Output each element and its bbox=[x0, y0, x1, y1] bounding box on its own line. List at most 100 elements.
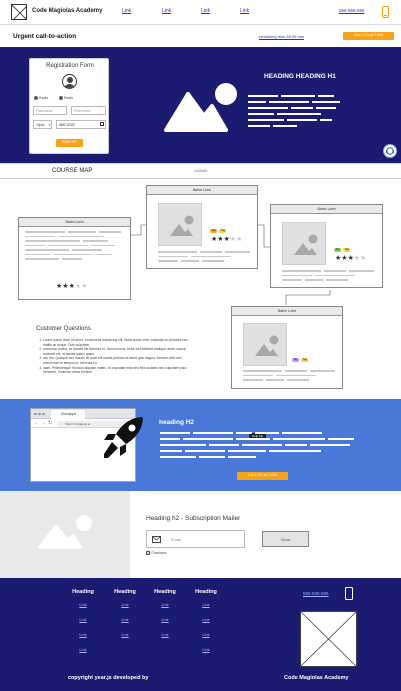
phone-icon[interactable] bbox=[345, 587, 353, 600]
footer-link[interactable]: Link bbox=[189, 617, 223, 622]
sign-up-button[interactable]: SIGN UP bbox=[56, 139, 83, 147]
image-placeholder-icon bbox=[158, 203, 202, 246]
footer-heading: Heading bbox=[195, 589, 217, 595]
reload-icon[interactable]: ↻ bbox=[48, 420, 52, 426]
window-dot-icon bbox=[34, 412, 37, 415]
radio-label-1: Radio bbox=[38, 96, 49, 100]
footer-link[interactable]: Link bbox=[148, 602, 182, 607]
radio-label-2: Radio bbox=[63, 96, 74, 100]
date-picker[interactable]: 08/07/2020 bbox=[56, 120, 106, 129]
footer-link[interactable]: Link bbox=[108, 632, 142, 637]
course-card-2[interactable]: Barim Lorm Tag Tag ★★★★★ bbox=[146, 185, 258, 269]
image-placeholder-icon bbox=[282, 222, 326, 265]
footer-link[interactable]: Link bbox=[66, 617, 100, 622]
logo-placeholder-icon[interactable] bbox=[11, 4, 27, 20]
image-placeholder-icon bbox=[243, 323, 287, 366]
form-field-1[interactable]: Placeholder bbox=[33, 106, 67, 115]
course-card-4[interactable]: Barim Lorm Tag Tag bbox=[231, 306, 343, 389]
question-item: diam. Pellentesque rhoncus aliquam matti… bbox=[43, 366, 196, 375]
course-map-bar: COURSE MAP 1440x40 bbox=[0, 163, 401, 179]
tag-badge: Tag bbox=[292, 358, 299, 362]
footer-link[interactable]: Link bbox=[148, 617, 182, 622]
course-card-text bbox=[243, 370, 335, 381]
urgent-cta-title: Urgent call-to-action bbox=[13, 33, 77, 40]
question-item: Lorem ipsum dolor sit amet, consectetur … bbox=[43, 338, 196, 347]
course-tags: Tag Tag bbox=[334, 246, 351, 252]
nav-link-4[interactable]: Link bbox=[240, 8, 249, 14]
footer-logo-placeholder-icon bbox=[300, 611, 357, 667]
copyright-text: copyright year.js developed by bbox=[68, 675, 149, 681]
form-field-2[interactable]: Placeholder bbox=[71, 106, 106, 115]
checkbox-checked-icon: ✓ bbox=[146, 551, 150, 556]
footer-link[interactable]: Link bbox=[189, 602, 223, 607]
footer-heading: Heading bbox=[114, 589, 136, 595]
footer-link[interactable]: Link bbox=[66, 647, 100, 652]
course-map-title: COURSE MAP bbox=[52, 168, 93, 174]
chat-help-icon[interactable] bbox=[383, 144, 397, 158]
subscribe-checkbox[interactable]: ✓ Checkbox bbox=[146, 551, 167, 556]
hero-heading: HEADING HEADING H1 bbox=[264, 73, 336, 80]
forward-arrow-icon[interactable]: → bbox=[41, 420, 46, 426]
tag-badge: Tag bbox=[210, 229, 217, 233]
window-dot-icon bbox=[42, 412, 45, 415]
course-card-text bbox=[282, 270, 374, 281]
pax-select-value: 10pax bbox=[36, 123, 45, 127]
hero-image-icon bbox=[164, 80, 242, 132]
footer-link[interactable]: Link bbox=[108, 602, 142, 607]
header-phone-link[interactable]: 555-555-555 bbox=[339, 8, 365, 13]
footer-link[interactable]: Link bbox=[66, 632, 100, 637]
footer-link[interactable]: Link bbox=[108, 617, 142, 622]
promo-cta-button[interactable]: CALL-TO-ACTION bbox=[237, 472, 288, 480]
radio-option-2[interactable]: Radio bbox=[59, 96, 74, 101]
footer-link[interactable]: Link bbox=[66, 602, 100, 607]
questions-list: Lorem ipsum dolor sit amet, consectetur … bbox=[36, 338, 196, 375]
chevron-down-icon: ▾ bbox=[48, 123, 50, 127]
radio-option-1[interactable]: Radio bbox=[34, 96, 49, 101]
footer-link[interactable]: Link bbox=[148, 632, 182, 637]
registration-title: Registration Form bbox=[46, 63, 94, 69]
rocket-icon bbox=[102, 414, 146, 460]
promo-text-block bbox=[160, 432, 360, 458]
footer-link[interactable]: Link bbox=[189, 632, 223, 637]
urgent-cta-button[interactable]: CALL-TO-ACTION bbox=[343, 32, 394, 40]
footer: Heading Link Link Link Link Heading Link… bbox=[0, 578, 401, 691]
back-arrow-icon[interactable]: ← bbox=[34, 420, 39, 426]
countdown-timer: remaining time 59:35 min bbox=[259, 34, 304, 39]
nav-link-1[interactable]: Link bbox=[122, 8, 131, 14]
customer-questions: Customer Questions Lorem ipsum dolor sit… bbox=[36, 326, 196, 375]
footer-heading: Heading bbox=[72, 589, 94, 595]
course-card-header: Barim Lorm bbox=[19, 218, 130, 227]
promo-heading: heading H2 bbox=[159, 419, 195, 426]
email-field[interactable]: Email bbox=[146, 530, 245, 548]
footer-phone-link[interactable]: 555-555-555 bbox=[303, 591, 329, 596]
footer-column-4: Heading Link Link Link Link bbox=[189, 589, 223, 652]
course-card-1[interactable]: Barim Lorm ★★★★★ bbox=[18, 217, 131, 300]
browser-tab[interactable]: Mindapps bbox=[51, 410, 85, 419]
tag-badge: Tag bbox=[343, 248, 351, 252]
course-card-header: Barim Lorm bbox=[232, 307, 342, 316]
course-tags: Tag Tag bbox=[292, 356, 309, 362]
footer-column-3: Heading Link Link Link bbox=[148, 589, 182, 637]
nav-link-2[interactable]: Link bbox=[162, 8, 171, 14]
course-card-header: Barim Lorm bbox=[271, 205, 382, 214]
brand-name[interactable]: Code Magiolas Academy bbox=[32, 8, 102, 14]
pax-select[interactable]: 10pax ▾ bbox=[33, 120, 52, 129]
question-item: nec dui. Quisque nec mauris sit amet eli… bbox=[43, 356, 196, 365]
star-empty-icon: ★ bbox=[81, 283, 88, 290]
rating-stars: ★★★★★ bbox=[335, 255, 366, 262]
footer-link[interactable]: Link bbox=[189, 647, 223, 652]
nav-link-3[interactable]: Link bbox=[201, 8, 210, 14]
tag-badge: Tag bbox=[219, 229, 227, 233]
course-bar-size-label: 1440x40 bbox=[194, 169, 208, 173]
star-empty-icon: ★ bbox=[360, 255, 367, 262]
course-card-3[interactable]: Barim Lorm Tag Tag ★★★★★ bbox=[270, 204, 383, 288]
send-button[interactable]: Send bbox=[262, 531, 309, 547]
rating-stars: ★★★★★ bbox=[56, 283, 87, 290]
window-dot-icon bbox=[38, 412, 41, 415]
phone-icon[interactable] bbox=[382, 6, 389, 18]
course-card-header: Barim Lorm bbox=[147, 186, 257, 195]
mail-icon bbox=[152, 536, 161, 543]
footer-column-2: Heading Link Link Link bbox=[108, 589, 142, 637]
course-card-text bbox=[158, 251, 250, 262]
hero-text-block bbox=[248, 95, 348, 127]
